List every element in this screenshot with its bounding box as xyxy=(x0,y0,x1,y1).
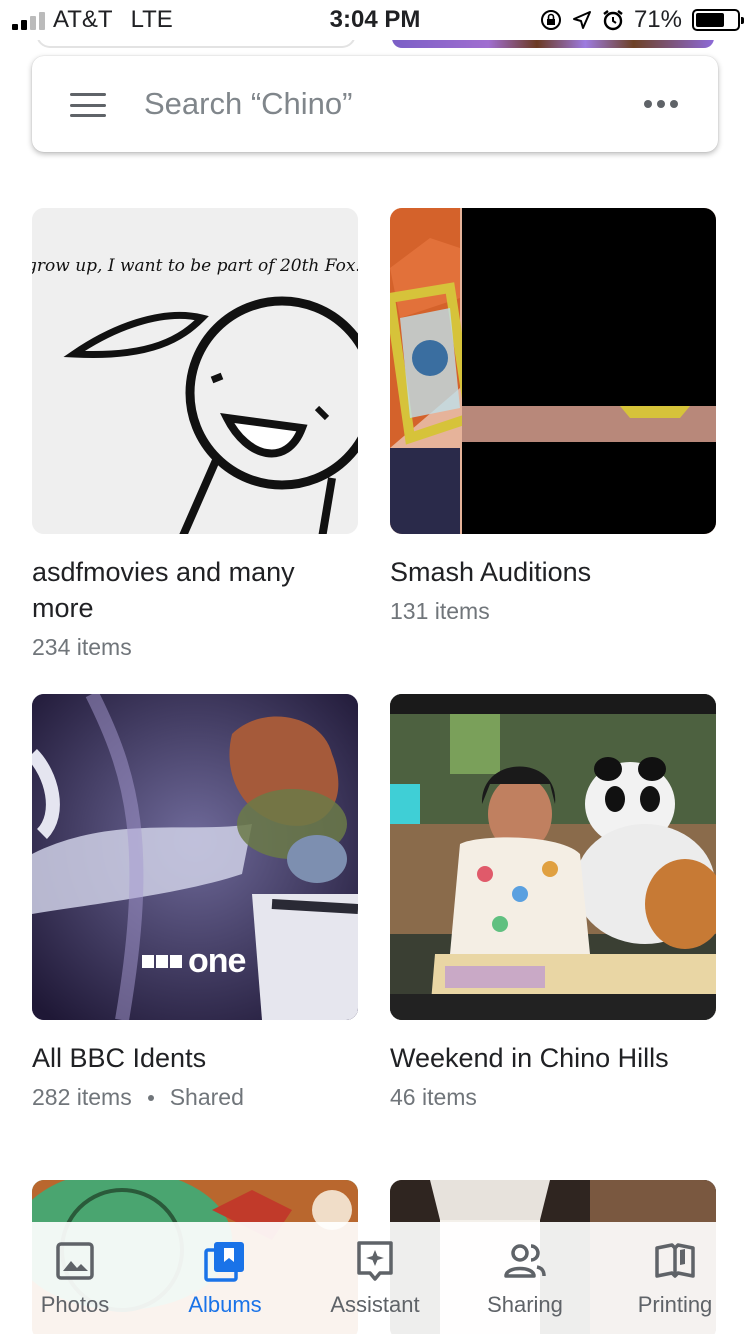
child-with-panda-image xyxy=(390,694,716,1020)
rotation-lock-icon xyxy=(540,10,561,30)
album-card[interactable]: Weekend in Chino Hills 46 items xyxy=(390,694,716,1111)
nav-albums[interactable]: Albums xyxy=(150,1222,300,1334)
item-count-text: 131 items xyxy=(390,598,490,624)
album-item-count: 234 items xyxy=(32,634,358,661)
album-item-count: 46 items xyxy=(390,1084,716,1111)
battery-icon xyxy=(692,9,744,31)
stick-figure-drawing: grow up, I want to be part of 20th Fox! xyxy=(32,208,358,534)
album-title[interactable]: Smash Auditions xyxy=(390,554,716,590)
bbc-one-logo: one xyxy=(142,942,246,981)
bottom-navigation: Photos Albums Assistant Sharing Printing xyxy=(0,1222,750,1334)
nav-assistant[interactable]: Assistant xyxy=(300,1222,450,1334)
nav-printing-label: Printing xyxy=(637,1292,713,1317)
item-count-text: 234 items xyxy=(32,634,132,660)
shared-label: Shared xyxy=(169,1084,244,1110)
alarm-icon xyxy=(603,10,623,31)
more-options-icon[interactable] xyxy=(644,100,678,108)
menu-icon[interactable] xyxy=(70,93,106,117)
search-bar[interactable]: Search “Chino” xyxy=(32,56,718,152)
status-bar: AT&T LTE 3:04 PM 71% xyxy=(0,0,750,40)
assistant-icon xyxy=(357,1241,393,1281)
album-thumbnail[interactable]: one xyxy=(32,694,358,1020)
album-thumbnail-caption: grow up, I want to be part of 20th Fox! xyxy=(32,256,358,276)
nav-albums-label: Albums xyxy=(188,1292,262,1317)
nav-sharing[interactable]: Sharing xyxy=(450,1222,600,1334)
album-title[interactable]: Weekend in Chino Hills xyxy=(390,1040,716,1076)
album-card[interactable]: grow up, I want to be part of 20th Fox! … xyxy=(32,208,358,661)
search-input[interactable]: Search “Chino” xyxy=(144,86,352,122)
album-card[interactable]: Smash Auditions 131 items xyxy=(390,208,716,625)
status-icons: 71% xyxy=(540,6,744,34)
album-item-count: 282 items Shared xyxy=(32,1084,358,1111)
album-thumbnail[interactable] xyxy=(390,694,716,1020)
item-count-text: 46 items xyxy=(390,1084,477,1110)
album-thumbnail[interactable] xyxy=(390,208,716,534)
album-thumbnail[interactable]: grow up, I want to be part of 20th Fox! xyxy=(32,208,358,534)
separator-dot xyxy=(147,1094,154,1101)
nav-photos-label: Photos xyxy=(40,1292,110,1317)
albums-icon xyxy=(204,1242,244,1282)
nav-sharing-label: Sharing xyxy=(487,1292,563,1317)
nav-assistant-label: Assistant xyxy=(330,1292,420,1317)
nav-photos[interactable]: Photos xyxy=(0,1222,150,1334)
printing-book-icon xyxy=(655,1243,695,1278)
item-count-text: 282 items xyxy=(32,1084,132,1110)
battery-percent: 71% xyxy=(633,6,682,33)
album-title[interactable]: All BBC Idents xyxy=(32,1040,358,1076)
album-card[interactable]: one All BBC Idents 282 items Shared xyxy=(32,694,358,1111)
album-title[interactable]: asdfmovies and many more xyxy=(32,554,358,626)
photo-icon xyxy=(56,1242,94,1280)
location-icon xyxy=(572,11,591,29)
nav-printing[interactable]: Printing xyxy=(600,1222,750,1334)
album-item-count: 131 items xyxy=(390,598,716,625)
sharing-icon xyxy=(504,1244,546,1278)
anime-character-image xyxy=(390,208,716,534)
